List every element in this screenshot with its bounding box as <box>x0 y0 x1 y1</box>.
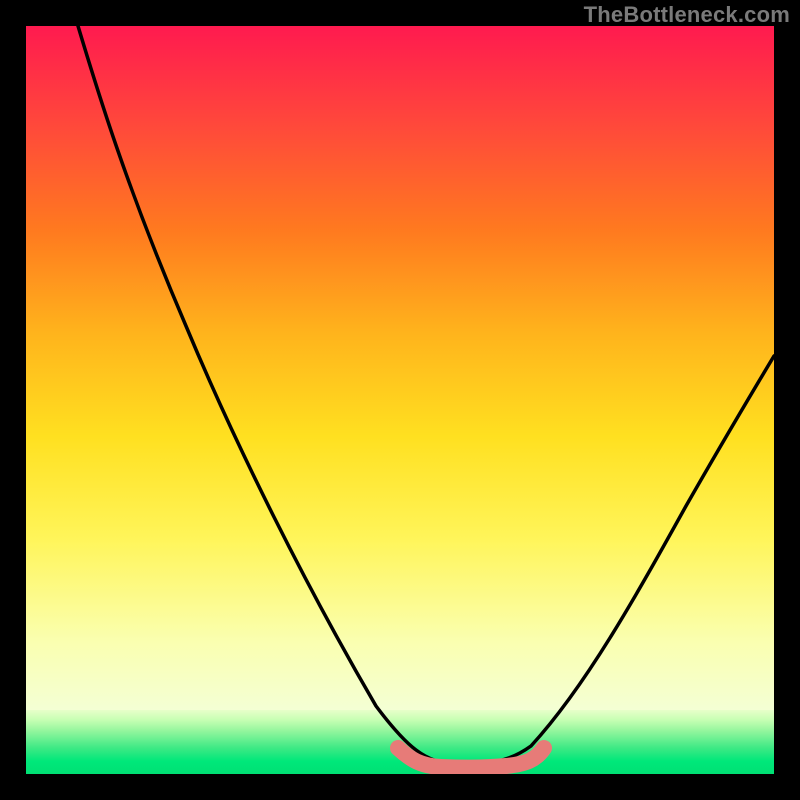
bottleneck-curve <box>78 26 774 764</box>
chart-svg <box>26 26 774 774</box>
attribution-text: TheBottleneck.com <box>584 2 790 28</box>
chart-frame: TheBottleneck.com <box>0 0 800 800</box>
